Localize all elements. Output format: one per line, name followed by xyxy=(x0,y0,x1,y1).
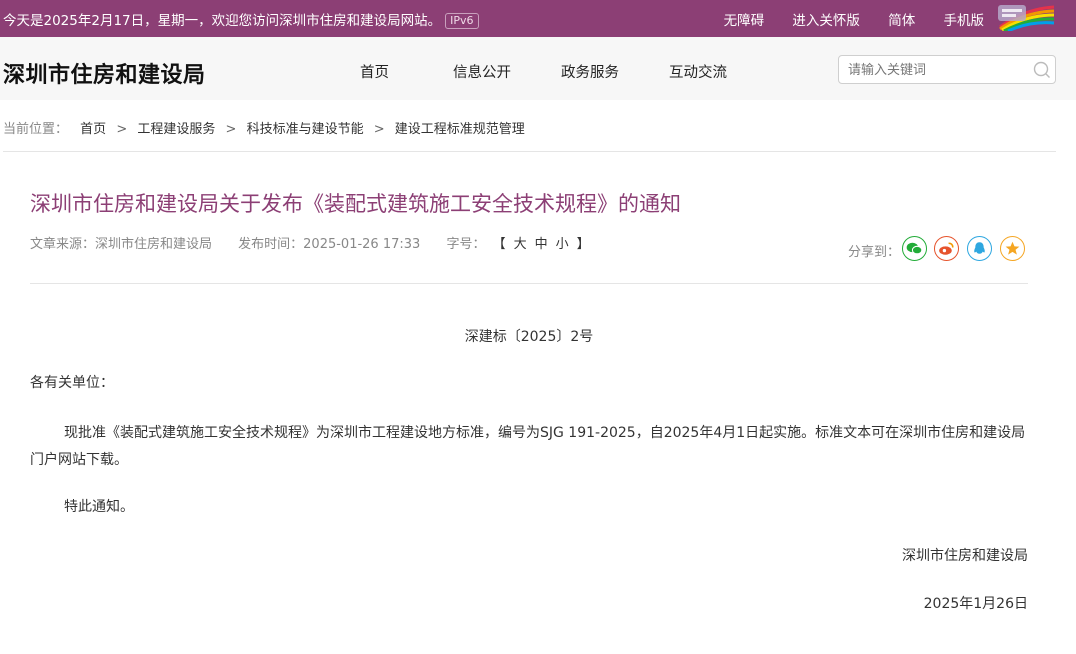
share-label: 分享到： xyxy=(848,245,901,260)
breadcrumb-home[interactable]: 首页 xyxy=(80,122,106,137)
breadcrumb-separator: > xyxy=(225,122,237,137)
breadcrumb-standards-management[interactable]: 建设工程标准规范管理 xyxy=(395,122,525,137)
article-date: 2025年1月26日 xyxy=(923,596,1028,612)
nav-home[interactable]: 首页 xyxy=(360,61,389,82)
site-header: 深圳市住房和建设局 首页 信息公开 政务服务 互动交流 xyxy=(0,37,1076,100)
search-input[interactable] xyxy=(848,61,1023,79)
font-size-open-bracket: 【 xyxy=(492,237,508,252)
breadcrumb: 当前位置： 首页 > 工程建设服务 > 科技标准与建设节能 > 建设工程标准规范… xyxy=(3,118,525,137)
ipv6-badge: IPv6 xyxy=(445,13,479,29)
article-closing: 特此通知。 xyxy=(64,499,134,515)
article-source: 文章来源：深圳市住房和建设局 xyxy=(30,237,213,252)
breadcrumb-construction-services[interactable]: 工程建设服务 xyxy=(137,122,215,137)
top-bar: 今天是2025年2月17日，星期一，欢迎您访问深圳市住房和建设局网站。 IPv6 … xyxy=(0,0,1076,37)
breadcrumb-tech-standards[interactable]: 科技标准与建设节能 xyxy=(247,122,364,137)
simplified-chinese-link[interactable]: 简体 xyxy=(888,13,915,29)
welcome-text: 今天是2025年2月17日，星期一，欢迎您访问深圳市住房和建设局网站。 xyxy=(3,13,442,29)
nav-info-disclosure[interactable]: 信息公开 xyxy=(453,61,511,82)
font-size-medium[interactable]: 中 xyxy=(532,237,553,252)
mobile-version-link[interactable]: 手机版 xyxy=(944,13,985,29)
search-box xyxy=(838,55,1056,84)
font-size-label: 字号： xyxy=(446,237,486,252)
favorite-icon[interactable] xyxy=(1000,236,1025,261)
rainbow-logo-icon[interactable] xyxy=(996,3,1056,31)
article-title: 深圳市住房和建设局关于发布《装配式建筑施工安全技术规程》的通知 xyxy=(30,192,681,216)
qq-icon[interactable] xyxy=(967,236,992,261)
breadcrumb-divider xyxy=(3,151,1056,152)
font-size-large[interactable]: 大 xyxy=(511,237,532,252)
article-meta: 文章来源：深圳市住房和建设局 发布时间：2025-01-26 17:33 字号：… xyxy=(30,233,595,252)
site-title[interactable]: 深圳市住房和建设局 xyxy=(3,57,206,89)
accessibility-link[interactable]: 无障碍 xyxy=(724,13,765,29)
care-mode-link[interactable]: 进入关怀版 xyxy=(792,13,860,29)
article-signature: 深圳市住房和建设局 xyxy=(902,548,1028,564)
nav-interaction[interactable]: 互动交流 xyxy=(669,61,727,82)
breadcrumb-separator: > xyxy=(373,122,385,137)
top-links: 无障碍 进入关怀版 简体 手机版 xyxy=(700,9,984,29)
wechat-icon[interactable] xyxy=(902,236,927,261)
font-size-selector: 【大中小】 xyxy=(490,237,595,252)
nav-government-services[interactable]: 政务服务 xyxy=(561,61,619,82)
article-publish-time: 发布时间：2025-01-26 17:33 xyxy=(238,237,421,252)
breadcrumb-separator: > xyxy=(116,122,128,137)
font-size-close-bracket: 】 xyxy=(576,237,592,252)
font-size-small[interactable]: 小 xyxy=(553,237,574,252)
breadcrumb-label: 当前位置： xyxy=(3,122,69,137)
meta-divider xyxy=(30,283,1028,284)
welcome-message: 今天是2025年2月17日，星期一，欢迎您访问深圳市住房和建设局网站。 IPv6 xyxy=(3,9,479,29)
article-salutation: 各有关单位： xyxy=(30,375,114,391)
search-icon[interactable] xyxy=(1033,61,1051,79)
article-body: 现批准《装配式建筑施工安全技术规程》为深圳市工程建设地方标准，编号为SJG 19… xyxy=(30,425,1026,468)
document-number: 深建标〔2025〕2号 xyxy=(464,329,594,345)
weibo-icon[interactable] xyxy=(934,236,959,261)
